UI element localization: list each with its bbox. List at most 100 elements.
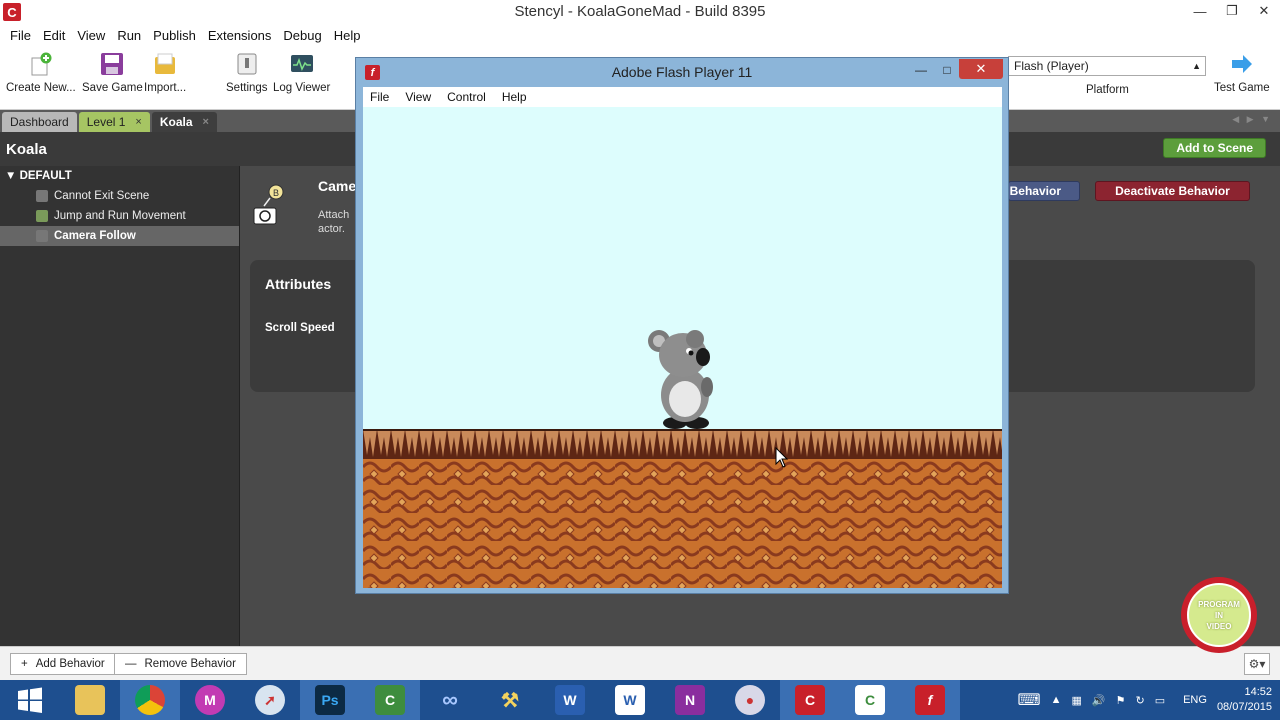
flash-maximize-button[interactable]: □	[934, 60, 960, 80]
menu-run[interactable]: Run	[111, 28, 147, 43]
taskbar-camtasia[interactable]: C	[360, 680, 420, 720]
create-new-button[interactable]: Create New...	[6, 52, 76, 94]
plus-icon: +	[21, 658, 28, 670]
save-game-button[interactable]: Save Game	[82, 52, 143, 94]
game-stage[interactable]	[363, 107, 1002, 588]
flash-menu-help[interactable]: Help	[494, 90, 535, 104]
dropdown-arrow-icon: ▲	[1192, 61, 1201, 71]
taskbar-stencyl[interactable]: C	[780, 680, 840, 720]
mouse-cursor-icon	[775, 447, 789, 468]
flash-icon: f	[915, 685, 945, 715]
edit-behavior-button[interactable]: Behavior	[1008, 181, 1080, 201]
close-tab-icon[interactable]: ×	[203, 116, 209, 128]
log-viewer-button[interactable]: Log Viewer	[273, 52, 330, 94]
camtasia-recorder-icon: C	[855, 685, 885, 715]
remove-behavior-button[interactable]: — Remove Behavior	[114, 653, 247, 675]
app-m-icon: M	[195, 685, 225, 715]
tab-koala[interactable]: Koala ×	[151, 112, 217, 132]
volume-icon[interactable]: 🔊	[1092, 694, 1106, 707]
taskbar-photoshop[interactable]: Ps	[300, 680, 360, 720]
svg-text:B: B	[273, 188, 279, 198]
flash-menu-view[interactable]: View	[397, 90, 439, 104]
menu-debug[interactable]: Debug	[277, 28, 327, 43]
menu-extensions[interactable]: Extensions	[202, 28, 278, 43]
menu-help[interactable]: Help	[328, 28, 367, 43]
taskbar-safari[interactable]: ➚	[240, 680, 300, 720]
start-button[interactable]	[0, 680, 60, 720]
tab-dashboard[interactable]: Dashboard	[2, 112, 77, 132]
display-icon[interactable]: ▭	[1155, 694, 1165, 707]
keyboard-icon[interactable]: ⌨	[1018, 690, 1041, 710]
flash-player-window: f Adobe Flash Player 11 — □ ✕ File View …	[355, 57, 1009, 594]
windows-logo-icon	[18, 687, 42, 713]
taskbar-camtasia-recorder[interactable]: C	[840, 680, 900, 720]
platform-select[interactable]: Flash (Player) ▲	[1008, 56, 1206, 76]
sidebar-item-cannot-exit-scene[interactable]: Cannot Exit Scene	[0, 186, 239, 206]
scroll-speed-label: Scroll Speed	[265, 322, 335, 334]
menu-edit[interactable]: Edit	[37, 28, 71, 43]
sync-icon[interactable]: ↻	[1135, 694, 1144, 707]
menu-view[interactable]: View	[71, 28, 111, 43]
camera-behavior-icon: B	[253, 184, 284, 225]
actor-name: Koala	[6, 141, 47, 158]
title-bar: C Stencyl - KoalaGoneMad - Build 8395 — …	[0, 0, 1280, 24]
add-behavior-button[interactable]: + Add Behavior	[10, 653, 116, 675]
group-default[interactable]: ▼ DEFAULT	[0, 166, 239, 186]
taskbar-paint[interactable]: ●	[720, 680, 780, 720]
onenote-icon: N	[675, 685, 705, 715]
show-hidden-icons-icon[interactable]: ▲	[1051, 694, 1062, 706]
flash-minimize-button[interactable]: —	[908, 60, 934, 80]
create-new-icon	[31, 52, 52, 76]
photoshop-icon: Ps	[315, 685, 345, 715]
settings-button[interactable]: Settings	[226, 52, 268, 94]
koala-sprite	[648, 330, 713, 429]
taskbar-file-explorer[interactable]	[60, 680, 120, 720]
stencyl-app-icon: C	[3, 3, 21, 21]
clock[interactable]: 14:52 08/07/2015	[1217, 685, 1272, 715]
flash-menu-control[interactable]: Control	[439, 90, 494, 104]
taskbar-visual-studio[interactable]: ∞	[420, 680, 480, 720]
behavior-title: Came	[318, 178, 357, 194]
taskbar-word-2[interactable]: W	[600, 680, 660, 720]
taskbar-chrome[interactable]	[120, 680, 180, 720]
taskbar-app-m[interactable]: M	[180, 680, 240, 720]
tab-scroll-arrows-icon[interactable]: ◀ ▶ ▼	[1232, 114, 1270, 125]
minus-icon: —	[125, 658, 137, 670]
network-icon[interactable]: ▦	[1071, 694, 1081, 707]
flash-close-button[interactable]: ✕	[959, 59, 1003, 79]
menu-file[interactable]: File	[4, 28, 37, 43]
flag-icon[interactable]: ⚑	[1116, 694, 1126, 707]
taskbar-word[interactable]: W	[540, 680, 600, 720]
import-button[interactable]: Import...	[144, 52, 186, 94]
deactivate-behavior-button[interactable]: Deactivate Behavior	[1095, 181, 1250, 201]
flash-menu-bar: File View Control Help	[363, 87, 1002, 107]
gear-icon[interactable]: ⚙▾	[1244, 653, 1270, 675]
tab-level-1[interactable]: Level 1 ×	[78, 112, 150, 132]
sidebar-item-camera-follow[interactable]: Camera Follow	[0, 226, 239, 246]
settings-icon	[237, 53, 257, 75]
taskbar-tools[interactable]: ⚒	[480, 680, 540, 720]
sidebar-item-jump-and-run[interactable]: Jump and Run Movement	[0, 206, 239, 226]
minimize-button[interactable]: —	[1184, 0, 1216, 22]
close-button[interactable]: ✕	[1248, 0, 1280, 22]
taskbar-onenote[interactable]: N	[660, 680, 720, 720]
close-tab-icon[interactable]: ×	[135, 116, 141, 128]
add-to-scene-button[interactable]: Add to Scene	[1163, 138, 1266, 158]
test-game-button[interactable]: Test Game	[1214, 52, 1270, 94]
menu-publish[interactable]: Publish	[147, 28, 202, 43]
bottom-bar: + Add Behavior — Remove Behavior ⚙▾	[0, 646, 1280, 680]
behavior-icon	[36, 210, 48, 222]
maximize-button[interactable]: ❐	[1216, 0, 1248, 22]
flash-title-bar[interactable]: f Adobe Flash Player 11 — □ ✕	[356, 58, 1008, 86]
stencyl-icon: C	[795, 685, 825, 715]
chrome-icon	[135, 685, 165, 715]
camera-icon	[36, 230, 48, 242]
system-tray: ⌨ ▲ ▦ 🔊 ⚑ ↻ ▭ ENG 14:52 08/07/2015	[1018, 680, 1273, 720]
taskbar-flash-player[interactable]: f	[900, 680, 960, 720]
import-icon	[155, 53, 176, 74]
language-indicator[interactable]: ENG	[1183, 694, 1207, 706]
infinity-icon: ∞	[442, 687, 458, 712]
flash-menu-file[interactable]: File	[363, 90, 397, 104]
save-icon	[101, 53, 124, 75]
attributes-title: Attributes	[265, 276, 332, 292]
